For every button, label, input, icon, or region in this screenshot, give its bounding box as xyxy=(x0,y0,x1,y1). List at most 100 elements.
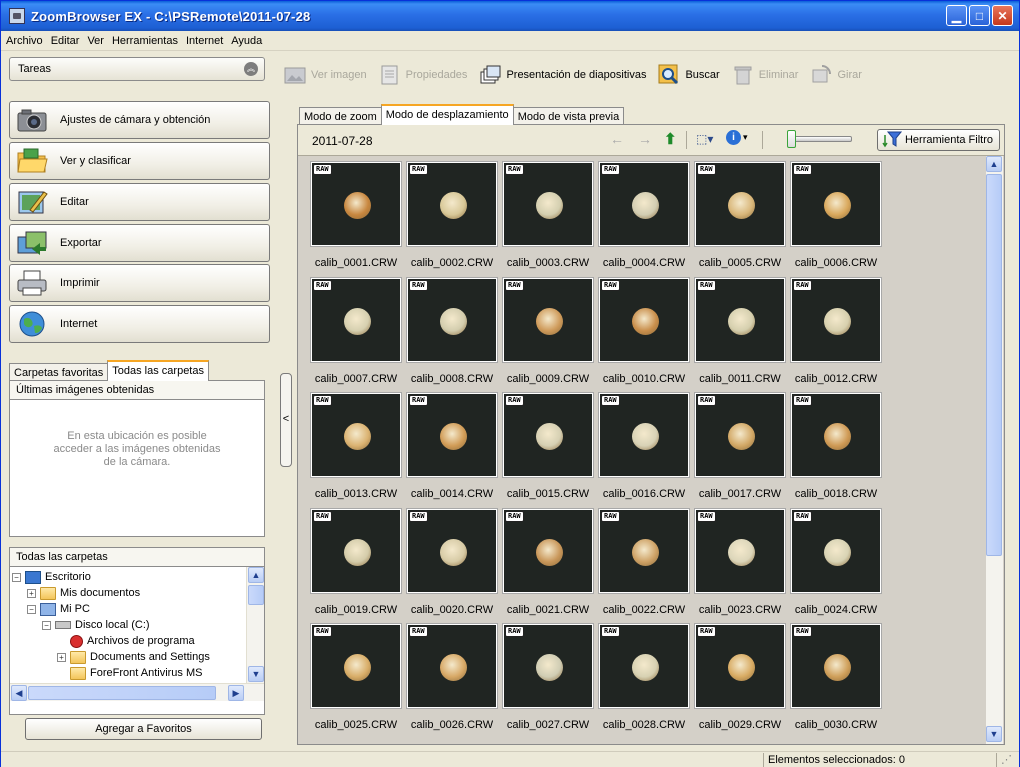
panel-collapse-handle[interactable]: < xyxy=(280,373,292,467)
scroll-right-icon[interactable]: ▶ xyxy=(228,685,244,701)
tree-item-documents-settings[interactable]: + Documents and Settings xyxy=(57,649,210,665)
tree-item-escritorio[interactable]: − Escritorio xyxy=(12,569,91,585)
image-thumbnail[interactable]: RAW calib_0025.CRW xyxy=(310,623,402,737)
scroll-down-icon[interactable]: ▼ xyxy=(986,726,1002,742)
image-thumbnail[interactable]: RAW calib_0026.CRW xyxy=(406,623,498,737)
image-thumbnail[interactable]: RAW calib_0023.CRW xyxy=(694,508,786,622)
scroll-thumb[interactable] xyxy=(986,174,1002,556)
tree-item-mis-documentos[interactable]: + Mis documentos xyxy=(27,585,140,601)
image-thumbnail[interactable]: RAW calib_0002.CRW xyxy=(406,161,498,275)
main-vertical-scrollbar[interactable]: ▲ ▼ xyxy=(986,156,1003,744)
task-button-edit[interactable]: Editar xyxy=(9,183,270,221)
slider-handle[interactable] xyxy=(787,130,796,148)
thumbnail-image[interactable]: RAW xyxy=(407,624,497,708)
image-thumbnail[interactable]: RAW calib_0021.CRW xyxy=(502,508,594,622)
thumbnail-image[interactable]: RAW xyxy=(503,277,593,362)
image-thumbnail[interactable]: RAW calib_0001.CRW xyxy=(310,161,402,275)
tab-zoom-mode[interactable]: Modo de zoom xyxy=(299,107,382,125)
up-folder-icon[interactable]: ⬆ xyxy=(664,130,677,148)
task-button-camera[interactable]: Ajustes de cámara y obtención xyxy=(9,101,270,139)
thumbnail-image[interactable]: RAW xyxy=(599,162,689,246)
thumbnail-image[interactable]: RAW xyxy=(695,277,785,362)
image-thumbnail[interactable]: RAW calib_0004.CRW xyxy=(598,161,690,275)
menu-archivo[interactable]: Archivo xyxy=(3,35,48,47)
tree-item-mi-pc[interactable]: − Mi PC xyxy=(27,601,90,617)
thumbnail-image[interactable]: RAW xyxy=(407,508,497,593)
menu-ayuda[interactable]: Ayuda xyxy=(228,35,267,47)
image-thumbnail[interactable]: RAW calib_0019.CRW xyxy=(310,508,402,622)
image-thumbnail[interactable]: RAW calib_0013.CRW xyxy=(310,392,402,506)
scroll-thumb[interactable] xyxy=(28,686,216,700)
task-button-view[interactable]: Ver y clasificar xyxy=(9,142,270,180)
image-thumbnail[interactable]: RAW calib_0012.CRW xyxy=(790,277,882,391)
tree-item-disco-local[interactable]: − Disco local (C:) xyxy=(42,617,150,633)
rotate-button[interactable]: Girar xyxy=(810,64,862,86)
thumbnail-image[interactable]: RAW xyxy=(695,508,785,593)
image-thumbnail[interactable]: RAW calib_0009.CRW xyxy=(502,277,594,391)
image-thumbnail[interactable]: RAW calib_0030.CRW xyxy=(790,623,882,737)
image-thumbnail[interactable]: RAW calib_0018.CRW xyxy=(790,392,882,506)
thumbnail-image[interactable]: RAW xyxy=(791,393,881,477)
collapse-icon[interactable]: ︽ xyxy=(244,62,258,76)
thumbnail-image[interactable]: RAW xyxy=(599,277,689,362)
expand-toggle-icon[interactable]: + xyxy=(27,588,36,598)
image-thumbnail[interactable]: RAW calib_0020.CRW xyxy=(406,508,498,622)
scroll-down-icon[interactable]: ▼ xyxy=(248,666,264,682)
thumbnail-image[interactable]: RAW xyxy=(311,277,401,362)
thumbnail-image[interactable]: RAW xyxy=(791,162,881,246)
image-thumbnail[interactable]: RAW calib_0008.CRW xyxy=(406,277,498,391)
thumbnail-size-slider[interactable] xyxy=(787,130,852,148)
tab-scroll-mode[interactable]: Modo de desplazamiento xyxy=(380,104,514,125)
maximize-button[interactable]: □ xyxy=(969,5,990,26)
image-thumbnail[interactable]: RAW calib_0016.CRW xyxy=(598,392,690,506)
image-thumbnail[interactable]: RAW calib_0027.CRW xyxy=(502,623,594,737)
image-thumbnail[interactable]: RAW calib_0007.CRW xyxy=(310,277,402,391)
thumbnail-image[interactable]: RAW xyxy=(791,508,881,593)
properties-button[interactable]: Propiedades xyxy=(379,64,467,86)
collapse-toggle-icon[interactable]: − xyxy=(42,620,51,630)
info-dropdown-icon[interactable]: ▾ xyxy=(743,132,748,143)
tab-favorite-folders[interactable]: Carpetas favoritas xyxy=(9,363,109,381)
image-thumbnail[interactable]: RAW calib_0017.CRW xyxy=(694,392,786,506)
tab-preview-mode[interactable]: Modo de vista previa xyxy=(512,107,625,125)
view-image-button[interactable]: Ver imagen xyxy=(284,64,367,86)
collapse-toggle-icon[interactable]: − xyxy=(27,604,36,614)
thumbnail-image[interactable]: RAW xyxy=(311,508,401,593)
tree-vertical-scrollbar[interactable]: ▲ ▼ xyxy=(246,567,264,683)
tasks-header[interactable]: Tareas ︽ xyxy=(9,57,265,81)
image-thumbnail[interactable]: RAW calib_0022.CRW xyxy=(598,508,690,622)
filter-tool-button[interactable]: Herramienta Filtro xyxy=(876,129,1000,151)
thumbnail-image[interactable]: RAW xyxy=(791,277,881,362)
image-thumbnail[interactable]: RAW calib_0005.CRW xyxy=(694,161,786,275)
thumbnail-image[interactable]: RAW xyxy=(311,393,401,477)
thumbnail-image[interactable]: RAW xyxy=(407,162,497,246)
menu-internet[interactable]: Internet xyxy=(183,35,228,47)
thumbnail-image[interactable]: RAW xyxy=(695,624,785,708)
forward-arrow-icon[interactable]: → xyxy=(638,131,652,147)
scroll-up-icon[interactable]: ▲ xyxy=(986,156,1002,172)
delete-button[interactable]: Eliminar xyxy=(732,64,798,86)
thumbnail-image[interactable]: RAW xyxy=(503,508,593,593)
thumbnail-image[interactable]: RAW xyxy=(503,624,593,708)
image-thumbnail[interactable]: RAW calib_0014.CRW xyxy=(406,392,498,506)
scroll-up-icon[interactable]: ▲ xyxy=(248,567,264,583)
image-thumbnail[interactable]: RAW calib_0024.CRW xyxy=(790,508,882,622)
selection-tool-icon[interactable]: ⬚▾ xyxy=(696,132,713,146)
image-thumbnail[interactable]: RAW calib_0015.CRW xyxy=(502,392,594,506)
image-thumbnail[interactable]: RAW calib_0010.CRW xyxy=(598,277,690,391)
search-button[interactable]: Buscar xyxy=(658,64,720,86)
thumbnail-image[interactable]: RAW xyxy=(791,624,881,708)
tree-horizontal-scrollbar[interactable]: ◀ ▶ xyxy=(10,683,264,701)
scroll-left-icon[interactable]: ◀ xyxy=(11,685,27,701)
task-button-internet[interactable]: Internet xyxy=(9,305,270,343)
expand-toggle-icon[interactable]: + xyxy=(57,652,66,662)
thumbnail-image[interactable]: RAW xyxy=(503,162,593,246)
menu-ver[interactable]: Ver xyxy=(84,35,109,47)
image-thumbnail[interactable]: RAW calib_0003.CRW xyxy=(502,161,594,275)
thumbnail-image[interactable]: RAW xyxy=(503,393,593,477)
task-button-export[interactable]: Exportar xyxy=(9,224,270,262)
image-thumbnail[interactable]: RAW calib_0029.CRW xyxy=(694,623,786,737)
resize-grip-icon[interactable]: ⋰ xyxy=(996,753,1016,767)
thumbnail-image[interactable]: RAW xyxy=(599,624,689,708)
thumbnail-image[interactable]: RAW xyxy=(407,277,497,362)
